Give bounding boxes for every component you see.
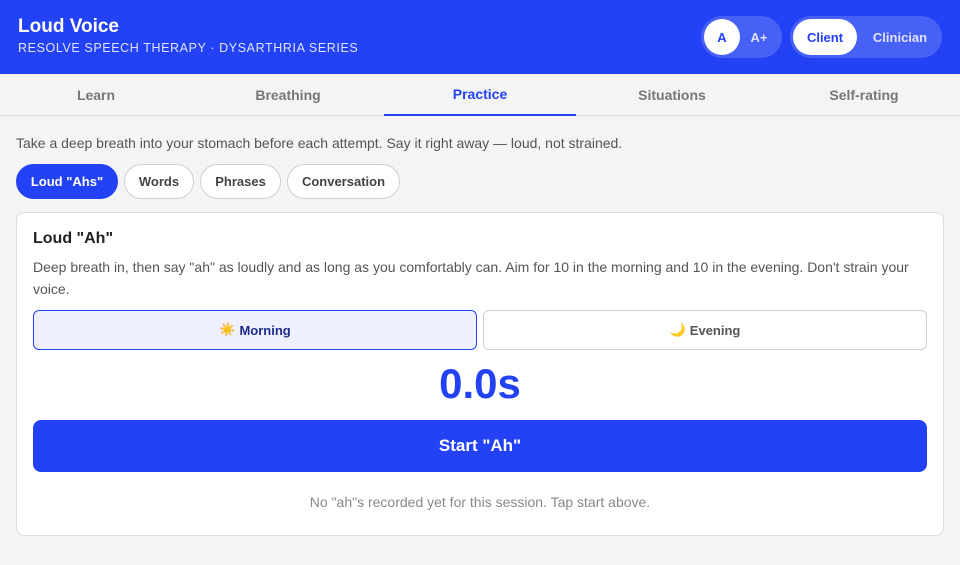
session-morning-label: Morning [239, 322, 291, 338]
mode-phrases-button[interactable]: Phrases [200, 164, 281, 199]
tab-situations[interactable]: Situations [576, 74, 768, 116]
font-size-normal-button[interactable]: A [704, 19, 740, 55]
app-subtitle: RESOLVE SPEECH THERAPY · DYSARTHRIA SERI… [18, 41, 359, 55]
mode-conversation-button[interactable]: Conversation [287, 164, 400, 199]
tab-breathing[interactable]: Breathing [192, 74, 384, 116]
start-ah-button[interactable]: Start "Ah" [33, 420, 927, 472]
session-morning-button[interactable]: ☀️ Morning [33, 310, 477, 350]
exercise-description: Deep breath in, then say "ah" as loudly … [33, 259, 909, 297]
tab-learn[interactable]: Learn [0, 74, 192, 116]
tab-practice[interactable]: Practice [384, 74, 576, 116]
mode-loud-ahs-button[interactable]: Loud "Ahs" [16, 164, 118, 199]
tab-bar: Learn Breathing Practice Situations Self… [0, 74, 960, 116]
app-header: Loud Voice RESOLVE SPEECH THERAPY · DYSA… [0, 0, 960, 74]
app-title: Loud Voice [18, 16, 119, 37]
empty-recordings-note: No "ah"s recorded yet for this session. … [309, 494, 651, 510]
tab-self-rating[interactable]: Self-rating [768, 74, 960, 116]
role-client-button[interactable]: Client [793, 19, 857, 55]
font-size-large-button[interactable]: A+ [741, 19, 777, 55]
practice-instructions: Take a deep breath into your stomach bef… [16, 135, 623, 151]
session-evening-button[interactable]: 🌙 Evening [483, 310, 927, 350]
font-size-toggle: A A+ [701, 16, 782, 58]
timer-readout: 0.0s [439, 360, 521, 407]
role-clinician-button[interactable]: Clinician [860, 19, 940, 55]
exercise-title: Loud "Ah" [33, 230, 114, 247]
mode-words-button[interactable]: Words [124, 164, 194, 199]
role-toggle: Client Clinician [790, 16, 942, 58]
sun-icon: ☀️ [219, 322, 236, 337]
exercise-card: Loud "Ah" Deep breath in, then say "ah" … [16, 212, 944, 536]
moon-icon: 🌙 [669, 322, 686, 337]
session-evening-label: Evening [689, 322, 741, 338]
